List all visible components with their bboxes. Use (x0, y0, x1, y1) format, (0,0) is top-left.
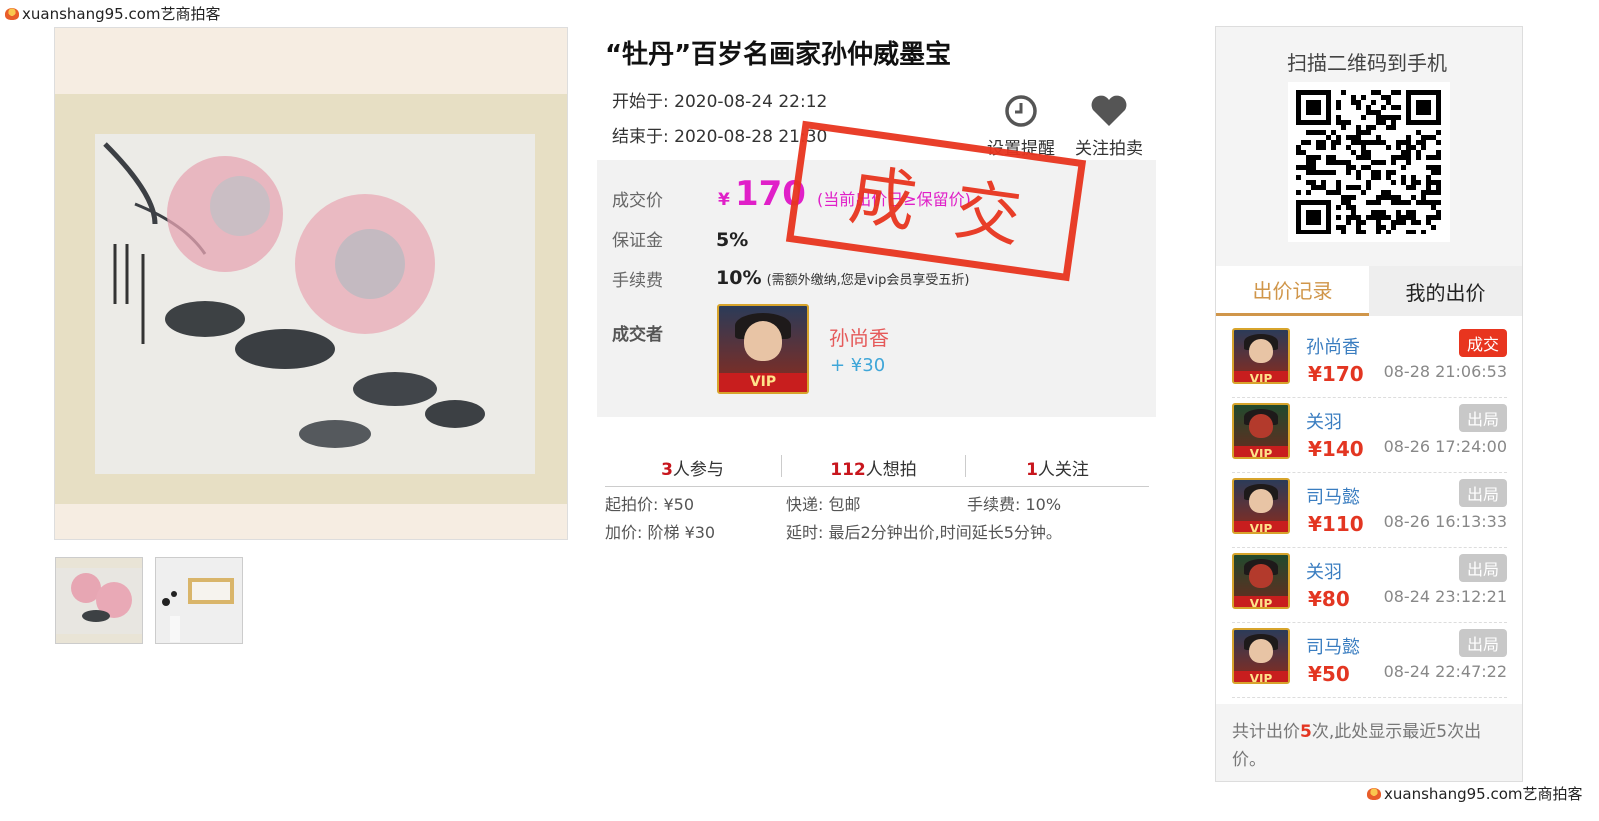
page-title: “牡丹”百岁名画家孙仲威墨宝 (605, 40, 952, 70)
status-badge: 出局 (1458, 404, 1507, 432)
bid-amount: ¥170 (1308, 362, 1364, 386)
status-badge: 出局 (1458, 479, 1507, 507)
status-badge: 出局 (1458, 554, 1507, 582)
bidder-name[interactable]: 关羽 (1306, 408, 1342, 434)
status-badge: 出局 (1458, 629, 1507, 657)
fee-label: 手续费 (612, 271, 663, 291)
bid-tabs: 出价记录 我的出价 (1216, 266, 1522, 316)
winner-label: 成交者 (612, 325, 663, 345)
bid-amount: ¥110 (1308, 512, 1364, 536)
bid-record-row: VIP 关羽 ¥80 08-24 23:12:21 出局 (1232, 549, 1507, 623)
divider (605, 486, 1149, 487)
winner-avatar[interactable]: VIP (717, 304, 809, 394)
thumbnail-2[interactable] (155, 557, 243, 644)
start-price: 起拍价: ¥50 (605, 495, 695, 514)
deal-price-label: 成交价 (612, 191, 663, 211)
bid-time: 08-28 21:06:53 (1383, 362, 1507, 381)
qr-code[interactable] (1288, 82, 1450, 242)
bid-record-row: VIP 关羽 ¥140 08-26 17:24:00 出局 (1232, 399, 1507, 473)
bidder-avatar[interactable]: VIP (1232, 403, 1290, 459)
winner-name[interactable]: 孙尚香 (829, 322, 889, 351)
logo-icon (1367, 787, 1381, 800)
status-badge: 成交 (1458, 329, 1507, 357)
winner-increment: + ¥30 (830, 355, 886, 376)
main-artwork-image[interactable] (54, 27, 568, 540)
bid-amount: ¥80 (1308, 587, 1350, 611)
follow-auction-button[interactable]: 关注拍卖 (1064, 94, 1154, 159)
stat-followers: 1人关注 (1026, 460, 1089, 480)
thumb-painting (56, 568, 142, 634)
tab-my-bids[interactable]: 我的出价 (1369, 266, 1522, 316)
watermark-bottom: xuanshang95.com艺商拍客 (1367, 783, 1583, 804)
fee-value: 10% (需额外缴纳,您是vip会员享受五折) (716, 267, 970, 289)
bid-record-row: VIP 司马懿 ¥110 08-26 16:13:33 出局 (1232, 474, 1507, 548)
qr-title: 扫描二维码到手机 (1287, 51, 1447, 75)
end-time: 结束于: 2020-08-28 21:30 (612, 127, 828, 147)
stat-want-bid: 112人想拍 (830, 460, 917, 480)
thumb-room (156, 558, 242, 643)
delay-rule: 延时: 最后2分钟出价,时间延长5分钟。 (786, 523, 1062, 542)
bid-record-row: VIP 孙尚香 ¥170 08-28 21:06:53 成交 (1232, 324, 1507, 398)
bidder-avatar[interactable]: VIP (1232, 328, 1290, 384)
peony-painting (103, 142, 485, 448)
logo-icon (5, 7, 19, 20)
thumbnail-1[interactable] (55, 557, 143, 644)
increment: 加价: 阶梯 ¥30 (605, 523, 716, 542)
bid-amount: ¥140 (1308, 437, 1364, 461)
bid-time: 08-26 16:13:33 (1383, 512, 1507, 531)
bidder-name[interactable]: 司马懿 (1306, 633, 1360, 659)
qr-code-icon (1296, 90, 1441, 235)
deposit-value: 5% (716, 229, 749, 251)
bid-record-row: VIP 司马懿 ¥50 08-24 22:47:22 出局 (1232, 624, 1507, 698)
bidder-avatar[interactable]: VIP (1232, 478, 1290, 534)
bid-count-note: 共计出价5次,此处显示最近5次出价。 (1232, 722, 1482, 771)
stat-participants: 3人参与 (661, 460, 724, 480)
start-time: 开始于: 2020-08-24 22:12 (612, 92, 828, 112)
bidder-name[interactable]: 孙尚香 (1306, 333, 1360, 359)
bidder-name[interactable]: 关羽 (1306, 558, 1342, 584)
bidder-avatar[interactable]: VIP (1232, 628, 1290, 684)
clock-icon (1005, 95, 1037, 127)
heart-icon (1091, 95, 1127, 126)
bid-time: 08-24 23:12:21 (1383, 587, 1507, 606)
bidder-name[interactable]: 司马懿 (1306, 483, 1360, 509)
watermark-top: xuanshang95.com艺商拍客 (5, 3, 221, 24)
fee-note: (需额外缴纳,您是vip会员享受五折) (766, 273, 970, 288)
bid-time: 08-26 17:24:00 (1383, 437, 1507, 456)
deposit-label: 保证金 (612, 231, 663, 251)
bidder-avatar[interactable]: VIP (1232, 553, 1290, 609)
bid-time: 08-24 22:47:22 (1383, 662, 1507, 681)
bid-amount: ¥50 (1308, 662, 1350, 686)
shipping: 快递: 包邮 (786, 495, 861, 514)
fee-term: 手续费: 10% (967, 495, 1062, 514)
tab-bid-records[interactable]: 出价记录 (1216, 266, 1369, 316)
